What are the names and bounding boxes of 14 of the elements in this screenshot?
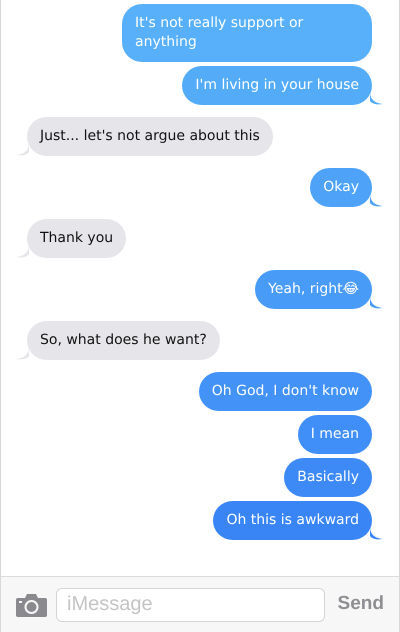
message-bubble: I'm living in your house [182,66,372,105]
message-bubble: Oh God, I don't know [198,372,372,411]
message-bubble: Okay [310,168,372,207]
message-bubble: Yeah, right😂 [255,270,372,309]
message-bubble: Basically [284,458,372,497]
message-bubble: It's not really support or anything [122,4,372,62]
message-bubble: I mean [298,415,372,454]
message-input[interactable]: iMessage [56,588,325,622]
message-bubble: Oh this is awkward [213,501,372,540]
message-bubble: Just... let's not argue about this [27,117,273,156]
send-button[interactable]: Send [334,590,384,619]
message-bubble: Thank you [27,219,126,258]
camera-icon[interactable] [16,592,47,616]
message-bubble: So, what does he want? [27,321,220,360]
